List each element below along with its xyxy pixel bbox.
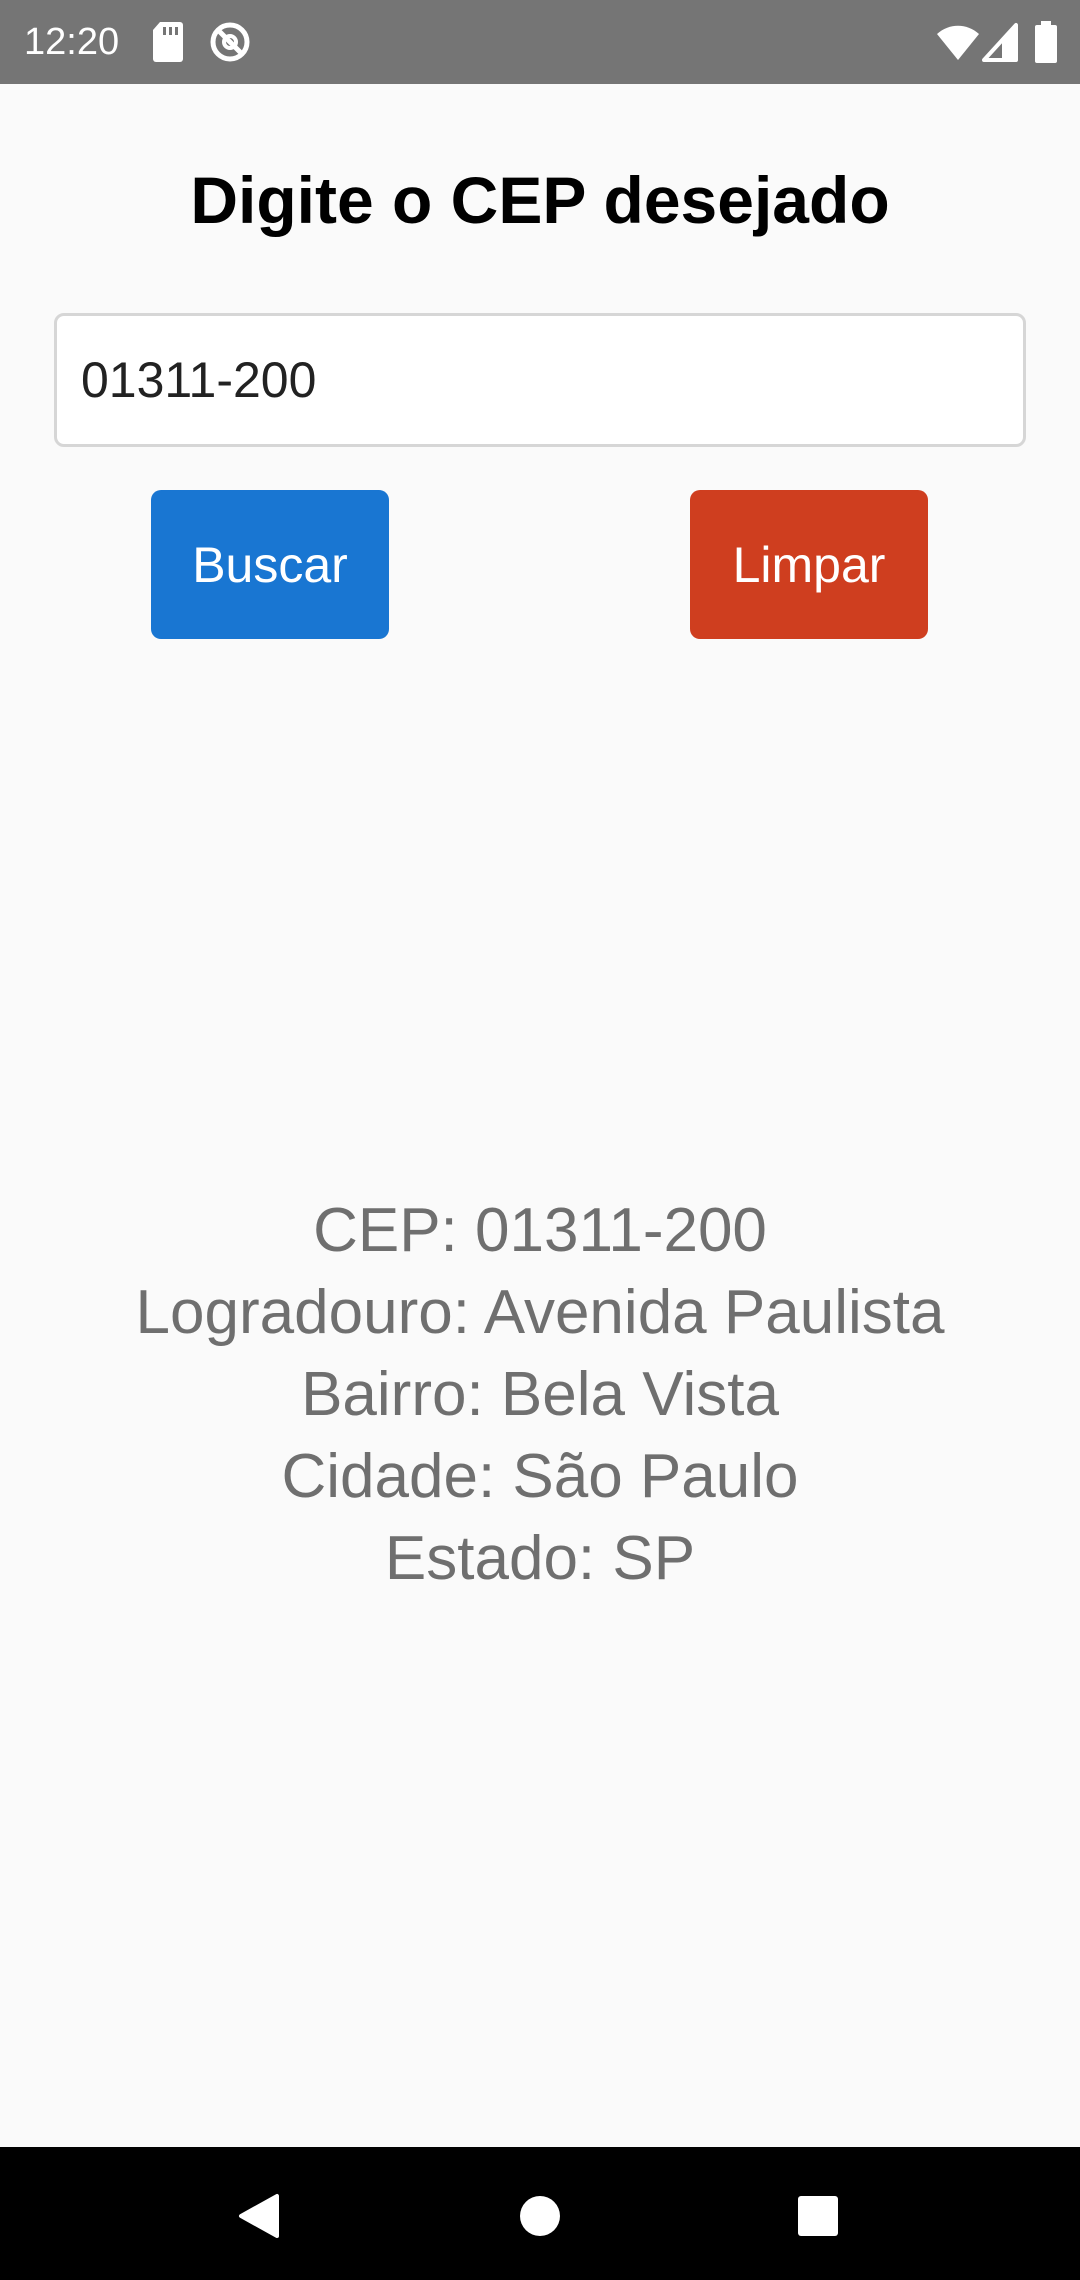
home-button[interactable] (495, 2171, 585, 2261)
status-time: 12:20 (24, 21, 120, 63)
sd-card-icon (153, 22, 183, 62)
clear-button[interactable]: Limpar (690, 490, 928, 639)
no-sync-icon (210, 22, 250, 62)
recents-icon (798, 2196, 838, 2236)
result-estado: Estado: SP (384, 1524, 696, 1593)
result-cidade: Cidade: São Paulo (281, 1442, 799, 1511)
result-bairro: Bairro: Bela Vista (301, 1360, 779, 1429)
wifi-icon (937, 25, 979, 60)
recents-button[interactable] (773, 2171, 863, 2261)
signal-icon (982, 23, 1018, 62)
result-logradouro: Logradouro: Avenida Paulista (135, 1278, 945, 1347)
battery-icon (1035, 21, 1057, 63)
back-icon (239, 2194, 279, 2238)
navigation-bar (0, 2147, 1080, 2280)
app-screen: 12:20 Digite o CEP desejado Buscar Li (0, 0, 1080, 2280)
status-bar: 12:20 (0, 0, 1080, 84)
cep-input[interactable] (54, 313, 1026, 447)
back-button[interactable] (214, 2171, 304, 2261)
page-title: Digite o CEP desejado (190, 163, 890, 237)
result-cep: CEP: 01311-200 (313, 1196, 767, 1265)
home-icon (520, 2196, 560, 2236)
search-button[interactable]: Buscar (151, 490, 389, 639)
address-result: CEP: 01311-200 Logradouro: Avenida Pauli… (0, 1190, 1080, 1600)
